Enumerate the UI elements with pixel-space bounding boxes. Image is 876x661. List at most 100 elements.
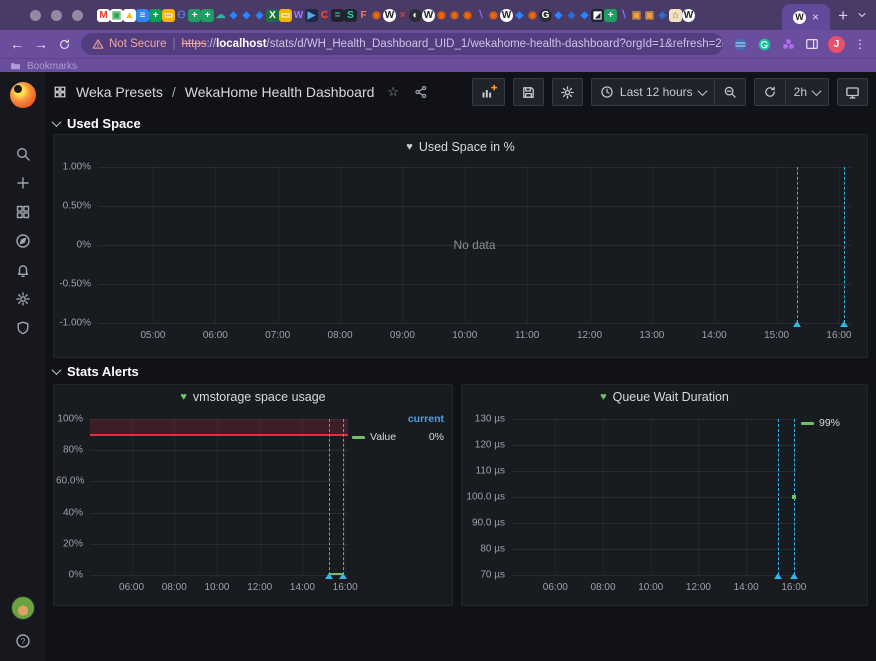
pinned-tab[interactable]: M	[97, 9, 110, 22]
pinned-tab[interactable]: C	[318, 9, 331, 22]
reload-icon[interactable]	[58, 38, 71, 51]
pinned-tab[interactable]: ◩	[591, 9, 604, 22]
pinned-tab[interactable]: X	[266, 9, 279, 22]
pinned-tab[interactable]: ◐	[409, 9, 422, 22]
pinned-tab[interactable]: ⚇	[175, 9, 188, 22]
favorite-star-icon[interactable]: ☆	[387, 84, 399, 100]
address-bar[interactable]: Not Secure | https://localhost/stats/d/W…	[81, 33, 723, 55]
pinned-tab[interactable]: ◉	[461, 9, 474, 22]
configuration-gear-icon[interactable]	[15, 291, 31, 307]
tab-list-chevron-icon[interactable]	[856, 9, 868, 21]
pinned-tab[interactable]: +	[149, 9, 162, 22]
pinned-tab[interactable]: W	[682, 9, 695, 22]
pinned-tab[interactable]: ∖	[617, 9, 630, 22]
pinned-tab[interactable]: ▭	[162, 9, 175, 22]
pinned-tab[interactable]: ◉	[448, 9, 461, 22]
pinned-tab[interactable]: W	[500, 9, 513, 22]
pinned-tab[interactable]: W	[422, 9, 435, 22]
admin-shield-icon[interactable]	[15, 320, 31, 336]
pinned-tab[interactable]: ∖	[474, 9, 487, 22]
pinned-tab[interactable]: ☁	[214, 9, 227, 22]
panel-used-space[interactable]: ♥ Used Space in % 1.00%0.50%0%-0.50%-1.0…	[53, 134, 868, 358]
refresh-button[interactable]	[755, 79, 785, 105]
panel-vmstorage[interactable]: ♥ vmstorage space usage 100%80%60.0%40%2…	[53, 384, 453, 606]
pinned-tab[interactable]: ▶	[305, 9, 318, 22]
help-icon[interactable]: ?	[15, 633, 31, 649]
pinned-tab[interactable]: ◆	[578, 9, 591, 22]
pinned-tab[interactable]: F	[357, 9, 370, 22]
pinned-tab[interactable]: S	[344, 9, 357, 22]
pinned-tab[interactable]: ◆	[240, 9, 253, 22]
chart-queue-wait[interactable]: 130 µs120 µs110 µs100.0 µs90.0 µs80 µs70…	[462, 409, 801, 605]
profile-avatar[interactable]: J	[828, 36, 845, 53]
pinned-tab[interactable]: ▭	[279, 9, 292, 22]
pinned-tab[interactable]: W	[383, 9, 396, 22]
grafana-logo[interactable]	[10, 82, 36, 108]
pinned-tab[interactable]: ◆	[253, 9, 266, 22]
save-dashboard-button[interactable]	[513, 78, 544, 106]
pinned-tab[interactable]: ◉	[487, 9, 500, 22]
pinned-tab[interactable]: ◉	[435, 9, 448, 22]
pinned-tab[interactable]: ≡	[136, 9, 149, 22]
dashboard-settings-button[interactable]	[552, 78, 583, 106]
legend-row-value[interactable]: Value 0%	[352, 431, 444, 443]
pinned-tab[interactable]: ▲	[123, 9, 136, 22]
row-used-space[interactable]: Used Space	[53, 112, 868, 134]
not-secure-warning[interactable]: Not Secure	[92, 38, 167, 50]
alerting-bell-icon[interactable]	[15, 262, 31, 278]
zoom-window-button[interactable]	[72, 10, 83, 21]
tab-close-icon[interactable]: ×	[812, 11, 819, 23]
search-icon[interactable]	[15, 146, 31, 162]
close-window-button[interactable]	[30, 10, 41, 21]
side-panel-icon[interactable]	[805, 37, 819, 51]
pinned-tab[interactable]: ◉	[370, 9, 383, 22]
browser-menu-icon[interactable]: ⋮	[854, 37, 866, 51]
bookmarks-folder-icon[interactable]	[10, 61, 21, 72]
panel-queue-wait[interactable]: ♥ Queue Wait Duration 130 µs120 µs110 µs…	[461, 384, 868, 606]
minimize-window-button[interactable]	[51, 10, 62, 21]
tv-mode-button[interactable]	[837, 78, 868, 106]
create-plus-icon[interactable]	[15, 175, 31, 191]
row-stats-alerts[interactable]: Stats Alerts	[53, 358, 868, 384]
forward-icon[interactable]: →	[34, 37, 48, 51]
bookmarks-label[interactable]: Bookmarks	[27, 61, 77, 72]
zoom-out-button[interactable]	[714, 79, 745, 105]
time-range-picker[interactable]: Last 12 hours	[592, 79, 714, 105]
user-avatar[interactable]	[11, 596, 35, 620]
pinned-tab[interactable]: G	[539, 9, 552, 22]
back-icon[interactable]: ←	[10, 37, 24, 51]
extension-grammar-icon[interactable]	[757, 37, 772, 52]
pinned-tab[interactable]: ◉	[526, 9, 539, 22]
pinned-tab[interactable]: ◈	[656, 9, 669, 22]
pinned-tab[interactable]: ◆	[227, 9, 240, 22]
pinned-tab[interactable]: ◆	[513, 9, 526, 22]
breadcrumb-folder[interactable]: Weka Presets	[76, 84, 163, 100]
extension-flower-icon[interactable]	[781, 37, 796, 52]
pinned-tab[interactable]: +	[201, 9, 214, 22]
extension-globe-icon[interactable]	[733, 37, 748, 52]
pinned-tab[interactable]: ◈	[565, 9, 578, 22]
chart-used-space[interactable]: 1.00%0.50%0%-0.50%-1.00%05:0006:0007:000…	[54, 159, 867, 357]
chart-vmstorage[interactable]: 100%80%60.0%40%20%0%06:0008:0010:0012:00…	[54, 409, 352, 605]
refresh-interval-picker[interactable]: 2h	[785, 79, 828, 105]
dashboards-grid-icon[interactable]	[15, 204, 31, 220]
legend-row-99[interactable]: 99%	[801, 417, 859, 429]
pinned-tab[interactable]: ⌂	[669, 9, 682, 22]
add-panel-button[interactable]	[472, 78, 505, 106]
pinned-tab[interactable]: ×	[396, 9, 409, 22]
pinned-tab[interactable]: ◆	[552, 9, 565, 22]
explore-compass-icon[interactable]	[15, 233, 31, 249]
pinned-tab[interactable]: +	[604, 9, 617, 22]
pinned-tab[interactable]: +	[188, 9, 201, 22]
pinned-tab[interactable]: =	[331, 9, 344, 22]
pinned-tab[interactable]: ▣	[630, 9, 643, 22]
pinned-tab[interactable]: ▣	[643, 9, 656, 22]
pinned-tab[interactable]: ▣	[110, 9, 123, 22]
pinned-tab[interactable]: W	[292, 9, 305, 22]
share-dashboard-icon[interactable]	[414, 85, 428, 99]
panel-title-vmstorage[interactable]: ♥ vmstorage space usage	[54, 385, 452, 409]
active-tab[interactable]: W ×	[782, 4, 830, 30]
new-tab-button[interactable]: +	[838, 7, 848, 24]
panel-title-queue-wait[interactable]: ♥ Queue Wait Duration	[462, 385, 867, 409]
panel-title-used-space[interactable]: ♥ Used Space in %	[54, 135, 867, 159]
